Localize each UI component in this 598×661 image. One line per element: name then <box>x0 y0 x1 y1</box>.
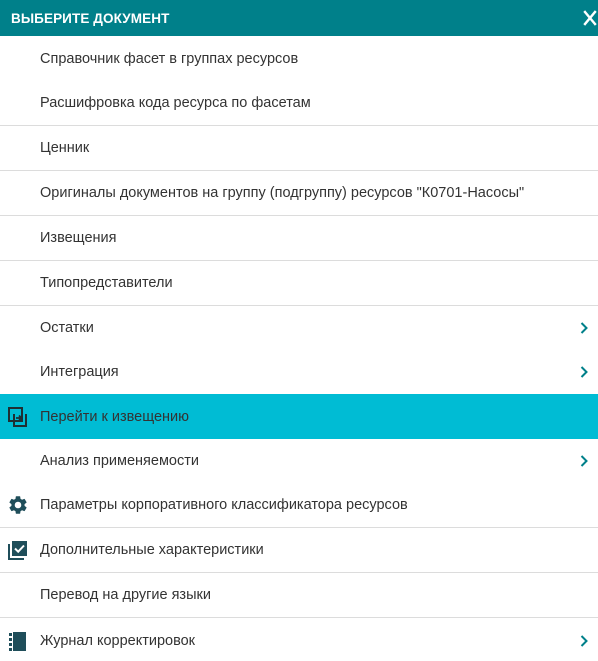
menu-item-translation[interactable]: Перевод на другие языки <box>0 573 598 618</box>
menu-item-resource-code-decoding[interactable]: Расшифровка кода ресурса по фасетам <box>0 81 598 126</box>
menu-item-price-tag[interactable]: Ценник <box>0 126 598 171</box>
menu-item-facet-reference[interactable]: Справочник фасет в группах ресурсов <box>0 36 598 81</box>
menu-item-classifier-parameters[interactable]: Параметры корпоративного классификатора … <box>0 483 598 528</box>
dialog-header: ВЫБЕРИТЕ ДОКУМЕНТ <box>0 0 598 36</box>
menu-item-label: Интеграция <box>40 364 119 380</box>
menu-item-applicability-analysis[interactable]: Анализ применяемости <box>0 439 598 483</box>
menu-item-correction-journal[interactable]: Журнал корректировок <box>0 618 598 661</box>
select-document-dialog: ВЫБЕРИТЕ ДОКУМЕНТ Справочник фасет в гру… <box>0 0 598 661</box>
close-icon[interactable] <box>582 9 598 27</box>
chevron-right-icon <box>579 321 589 335</box>
menu-item-additional-characteristics[interactable]: Дополнительные характеристики <box>0 528 598 573</box>
menu-item-label: Оригиналы документов на группу (подгрупп… <box>40 185 525 201</box>
menu-item-label: Параметры корпоративного классификатора … <box>40 497 408 513</box>
dialog-title: ВЫБЕРИТЕ ДОКУМЕНТ <box>11 10 170 26</box>
menu-item-label: Анализ применяемости <box>40 453 199 469</box>
chevron-right-icon <box>579 365 589 379</box>
menu-item-label: Ценник <box>40 140 90 156</box>
document-menu: Справочник фасет в группах ресурсов Расш… <box>0 36 598 661</box>
chevron-right-icon <box>579 454 589 468</box>
menu-item-label: Журнал корректировок <box>40 632 196 649</box>
checked-list-icon <box>7 539 29 561</box>
gear-icon <box>7 494 29 516</box>
menu-item-go-to-notification[interactable]: Перейти к извещению <box>0 394 598 439</box>
go-to-document-icon <box>7 406 29 428</box>
menu-item-label: Дополнительные характеристики <box>40 542 264 558</box>
menu-item-type-representatives[interactable]: Типопредставители <box>0 261 598 306</box>
menu-item-label: Перевод на другие языки <box>40 587 211 603</box>
menu-item-label: Справочник фасет в группах ресурсов <box>40 50 299 67</box>
menu-item-label: Остатки <box>40 320 94 336</box>
menu-item-balances[interactable]: Остатки <box>0 306 598 350</box>
menu-item-label: Извещения <box>40 230 117 246</box>
menu-item-integration[interactable]: Интеграция <box>0 350 598 394</box>
menu-item-notifications[interactable]: Извещения <box>0 216 598 261</box>
menu-item-label: Расшифровка кода ресурса по фасетам <box>40 95 311 111</box>
menu-item-label: Перейти к извещению <box>40 408 190 425</box>
journal-icon <box>7 630 29 652</box>
chevron-right-icon <box>579 634 589 648</box>
menu-item-original-documents[interactable]: Оригиналы документов на группу (подгрупп… <box>0 171 598 216</box>
menu-item-label: Типопредставители <box>40 275 173 291</box>
